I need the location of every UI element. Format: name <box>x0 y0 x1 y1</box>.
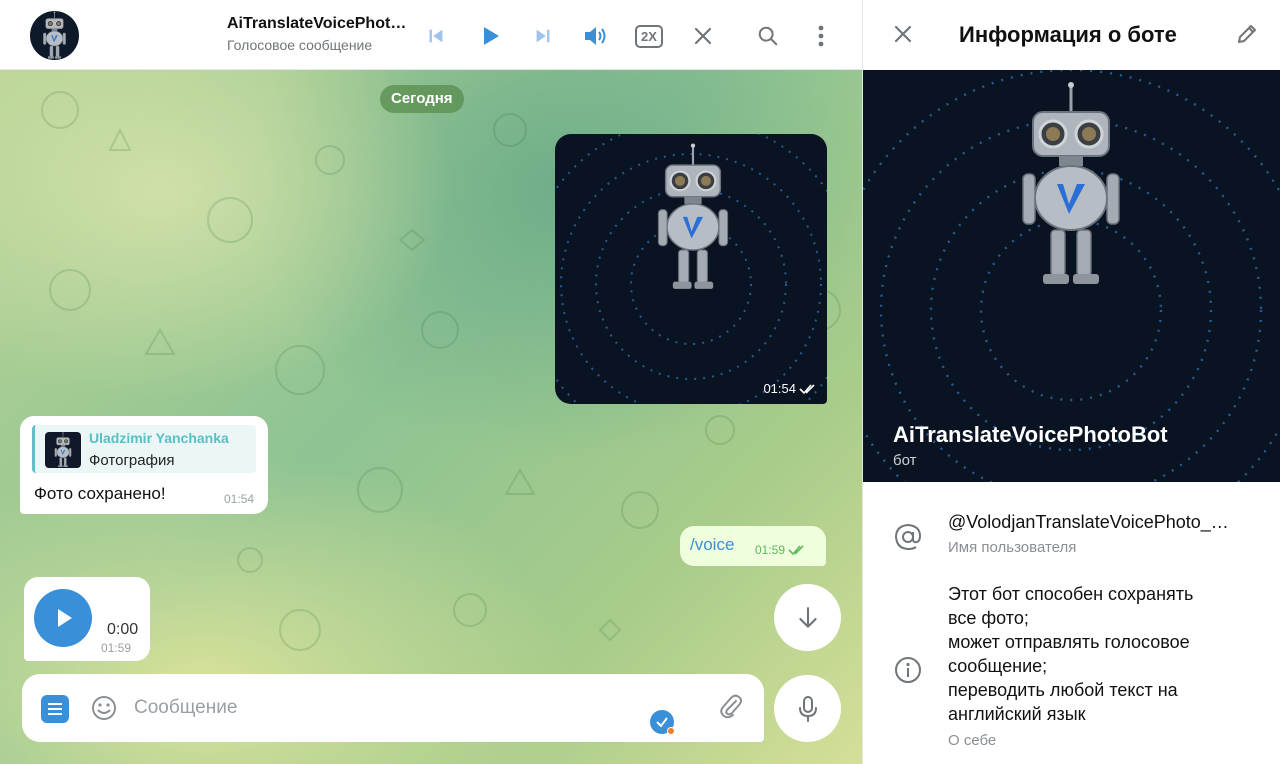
reply-thumbnail <box>45 432 81 468</box>
read-check-icon <box>799 383 815 394</box>
message-text: Фото сохранено! <box>34 484 166 503</box>
microphone-button[interactable] <box>774 675 841 742</box>
message-composer <box>22 674 764 742</box>
bot-name: AiTranslateVoicePhotoBot <box>893 422 1168 447</box>
speed-icon[interactable]: 2X <box>632 20 666 52</box>
username-row[interactable]: @VolodjanTranslateVoicePhoto_… Имя польз… <box>863 505 1280 565</box>
photo-message[interactable]: 01:54 <box>555 134 827 404</box>
about-row[interactable]: Этот бот способен сохранять все фото; мо… <box>863 582 1280 757</box>
info-icon <box>893 655 923 685</box>
read-check-icon <box>788 545 804 556</box>
command-message[interactable]: /voice 01:59 <box>680 526 826 566</box>
volume-icon[interactable] <box>580 20 612 52</box>
reply-quote[interactable]: Uladzimir Yanchanka Фотография <box>32 425 256 473</box>
at-sign-icon <box>893 522 923 552</box>
search-icon[interactable] <box>752 20 784 52</box>
panel-title: Информация о боте <box>959 22 1177 47</box>
attach-icon[interactable] <box>716 692 746 722</box>
speed-label: 2X <box>635 24 663 48</box>
username-value: @VolodjanTranslateVoicePhoto_… <box>948 512 1229 532</box>
voice-message[interactable]: 0:00 01:59 <box>24 577 150 661</box>
chat-title: AiTranslateVoicePhoto… <box>227 15 407 32</box>
message-time: 01:54 <box>223 492 254 506</box>
chat-subtitle: Голосовое сообщение <box>227 37 373 53</box>
robot-photo <box>863 70 1280 482</box>
bot-menu-button[interactable] <box>41 695 69 723</box>
reply-type: Фотография <box>89 452 175 469</box>
message-time: 01:54 <box>763 381 796 396</box>
check-badge-icon <box>650 710 675 735</box>
about-text: Этот бот способен сохранять все фото; мо… <box>948 584 1194 724</box>
command-link[interactable]: /voice <box>690 535 734 555</box>
reply-author: Uladzimir Yanchanka <box>89 430 229 446</box>
more-vert-icon[interactable] <box>805 20 837 52</box>
scroll-down-button[interactable] <box>774 584 841 651</box>
command-message-meta: 01:59 <box>755 543 806 557</box>
edit-pencil-icon[interactable] <box>1235 22 1263 50</box>
reply-message[interactable]: Uladzimir Yanchanka Фотография Фото сохр… <box>20 416 268 514</box>
microphone-icon <box>798 695 817 722</box>
panel-header: Информация о боте <box>863 0 1280 70</box>
skip-next-icon[interactable] <box>527 20 559 52</box>
message-time: 01:59 <box>755 543 786 557</box>
bot-type: бот <box>893 452 917 469</box>
message-input[interactable] <box>132 692 612 724</box>
bot-avatar[interactable] <box>30 11 79 60</box>
about-label: О себе <box>948 732 997 749</box>
chat-area[interactable]: Сегодня 01:54 Uladzimir Yanchanka Фотогр… <box>0 70 862 764</box>
play-icon[interactable] <box>474 20 506 52</box>
close-icon[interactable] <box>687 20 719 52</box>
chat-title-block[interactable]: AiTranslateVoicePhoto… Голосовое сообщен… <box>227 15 407 53</box>
skip-previous-icon[interactable] <box>420 20 452 52</box>
voice-duration: 0:00 <box>107 621 139 638</box>
message-time: 01:59 <box>101 641 132 655</box>
date-chip: Сегодня <box>380 85 464 113</box>
chat-header: AiTranslateVoicePhoto… Голосовое сообщен… <box>0 0 862 70</box>
arrow-down-icon <box>798 606 817 628</box>
photo-message-meta: 01:54 <box>763 381 817 396</box>
voice-play-button[interactable] <box>34 589 92 647</box>
menu-icon <box>48 703 62 715</box>
emoji-icon[interactable] <box>90 694 118 722</box>
username-label: Имя пользователя <box>948 539 1077 556</box>
bot-info-panel: Информация о боте AiTranslateVoicePhotoB… <box>862 0 1280 764</box>
status-dot <box>667 727 675 735</box>
close-panel-icon[interactable] <box>891 22 919 50</box>
play-icon <box>58 609 72 627</box>
bot-profile-photo[interactable]: AiTranslateVoicePhotoBot бот <box>863 70 1280 482</box>
robot-photo <box>555 134 827 404</box>
